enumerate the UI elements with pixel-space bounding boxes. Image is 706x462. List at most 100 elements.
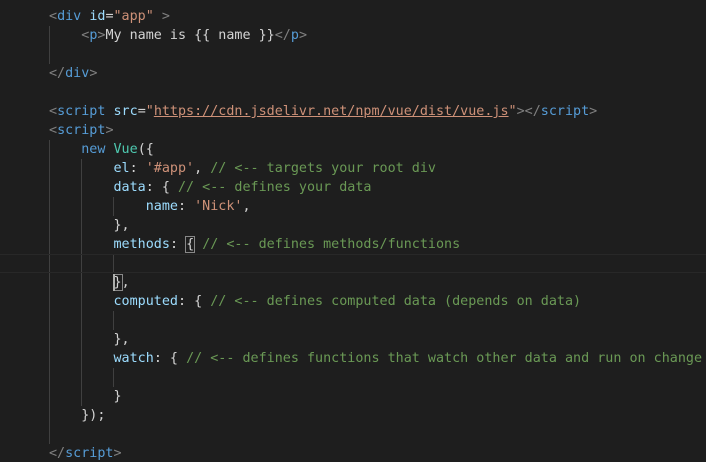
- code-token: ,: [194, 161, 211, 176]
- code-line[interactable]: [0, 425, 706, 444]
- code-token: </: [49, 446, 66, 461]
- code-token: div: [57, 9, 82, 24]
- code-token: : {: [145, 180, 178, 195]
- code-line-content: }: [49, 387, 121, 406]
- code-token: My name is {{ name }}: [105, 28, 275, 43]
- code-line-content: data: { // <-- defines your data: [49, 178, 372, 197]
- code-line[interactable]: }: [0, 387, 706, 406]
- code-line-content: name: 'Nick',: [49, 197, 251, 216]
- matched-bracket: {: [185, 236, 196, 253]
- code-line[interactable]: <script src="https://cdn.jsdelivr.net/np…: [0, 102, 706, 121]
- code-token: data: [113, 180, 146, 195]
- code-token: ></: [516, 104, 541, 119]
- code-token: Vue: [113, 142, 138, 157]
- code-line[interactable]: methods: { // <-- defines methods/functi…: [0, 235, 706, 254]
- text-cursor: [113, 274, 115, 291]
- code-token: script: [57, 104, 106, 119]
- code-line[interactable]: </script>: [0, 444, 706, 462]
- code-link[interactable]: https://cdn.jsdelivr.net/npm/vue/dist/vu…: [154, 104, 509, 119]
- code-line-content: <div id="app" >: [49, 7, 170, 26]
- code-token: </: [49, 66, 66, 81]
- code-line[interactable]: name: 'Nick',: [0, 197, 706, 216]
- code-token: src: [113, 104, 138, 119]
- code-line[interactable]: });: [0, 406, 706, 425]
- code-line[interactable]: },: [0, 216, 706, 235]
- code-token: // <-- defines methods/functions: [202, 237, 461, 252]
- code-token: >: [105, 123, 114, 138]
- code-line-content: <p>My name is {{ name }}</p>: [49, 26, 307, 45]
- code-token: <: [49, 104, 58, 119]
- code-line-content: });: [49, 406, 105, 425]
- code-line-content: el: '#app', // <-- targets your root div: [49, 159, 436, 178]
- code-token: new: [81, 142, 106, 157]
- code-token: script: [540, 104, 590, 119]
- code-line[interactable]: [0, 254, 706, 273]
- code-line-content: <script>: [49, 121, 114, 140]
- code-line-content: <script src="https://cdn.jsdelivr.net/np…: [49, 102, 597, 121]
- code-line[interactable]: computed: { // <-- defines computed data…: [0, 292, 706, 311]
- code-line[interactable]: el: '#app', // <-- targets your root div: [0, 159, 706, 178]
- code-line[interactable]: watch: { // <-- defines functions that w…: [0, 349, 706, 368]
- code-token: methods: [113, 237, 170, 252]
- code-token: : {: [153, 351, 187, 366]
- code-line[interactable]: </div>: [0, 64, 706, 83]
- code-token: "app": [113, 9, 154, 24]
- code-line[interactable]: [0, 83, 706, 102]
- code-token: : {: [178, 294, 211, 309]
- code-editor[interactable]: <div id="app" > <p>My name is {{ name }}…: [0, 0, 706, 462]
- code-line[interactable]: <div id="app" >: [0, 7, 706, 26]
- code-token: >: [89, 66, 98, 81]
- code-line[interactable]: },: [0, 273, 706, 292]
- code-line-content: </div>: [49, 64, 97, 83]
- code-token: // <-- defines your data: [178, 180, 372, 195]
- code-line[interactable]: },: [0, 330, 706, 349]
- code-token: // <-- defines computed data (depends on…: [210, 294, 582, 309]
- code-line-content: },: [49, 273, 130, 292]
- code-token: },: [49, 218, 130, 233]
- code-token: watch: [113, 351, 154, 366]
- code-token: :: [178, 199, 195, 214]
- code-token: id: [89, 9, 106, 24]
- code-token: >: [589, 104, 598, 119]
- code-token: >: [298, 28, 307, 43]
- code-token: ,: [242, 199, 251, 214]
- code-line[interactable]: data: { // <-- defines your data: [0, 178, 706, 197]
- code-token: },: [49, 332, 130, 347]
- code-line-content: new Vue({: [49, 140, 154, 159]
- code-token: <: [49, 123, 58, 138]
- code-token: :: [129, 161, 146, 176]
- code-token: ": [508, 104, 517, 119]
- code-token: 'Nick': [194, 199, 243, 214]
- code-token: });: [49, 408, 106, 423]
- code-line-content: watch: { // <-- defines functions that w…: [49, 349, 703, 368]
- code-line[interactable]: [0, 368, 706, 387]
- code-line[interactable]: [0, 45, 706, 64]
- code-token: ,: [121, 275, 130, 290]
- code-token: >: [161, 9, 170, 24]
- code-token: =: [105, 9, 114, 24]
- code-line[interactable]: <script>: [0, 121, 706, 140]
- code-token: =: [137, 104, 146, 119]
- code-line-content: },: [49, 216, 130, 235]
- code-token: script: [65, 446, 114, 461]
- code-line[interactable]: new Vue({: [0, 140, 706, 159]
- code-token: >: [113, 446, 122, 461]
- code-token: // <-- targets your root div: [210, 161, 436, 176]
- code-token: div: [65, 66, 90, 81]
- code-line[interactable]: <p>My name is {{ name }}</p>: [0, 26, 706, 45]
- code-token: computed: [113, 294, 179, 309]
- code-token: :: [169, 237, 187, 252]
- code-line[interactable]: [0, 311, 706, 330]
